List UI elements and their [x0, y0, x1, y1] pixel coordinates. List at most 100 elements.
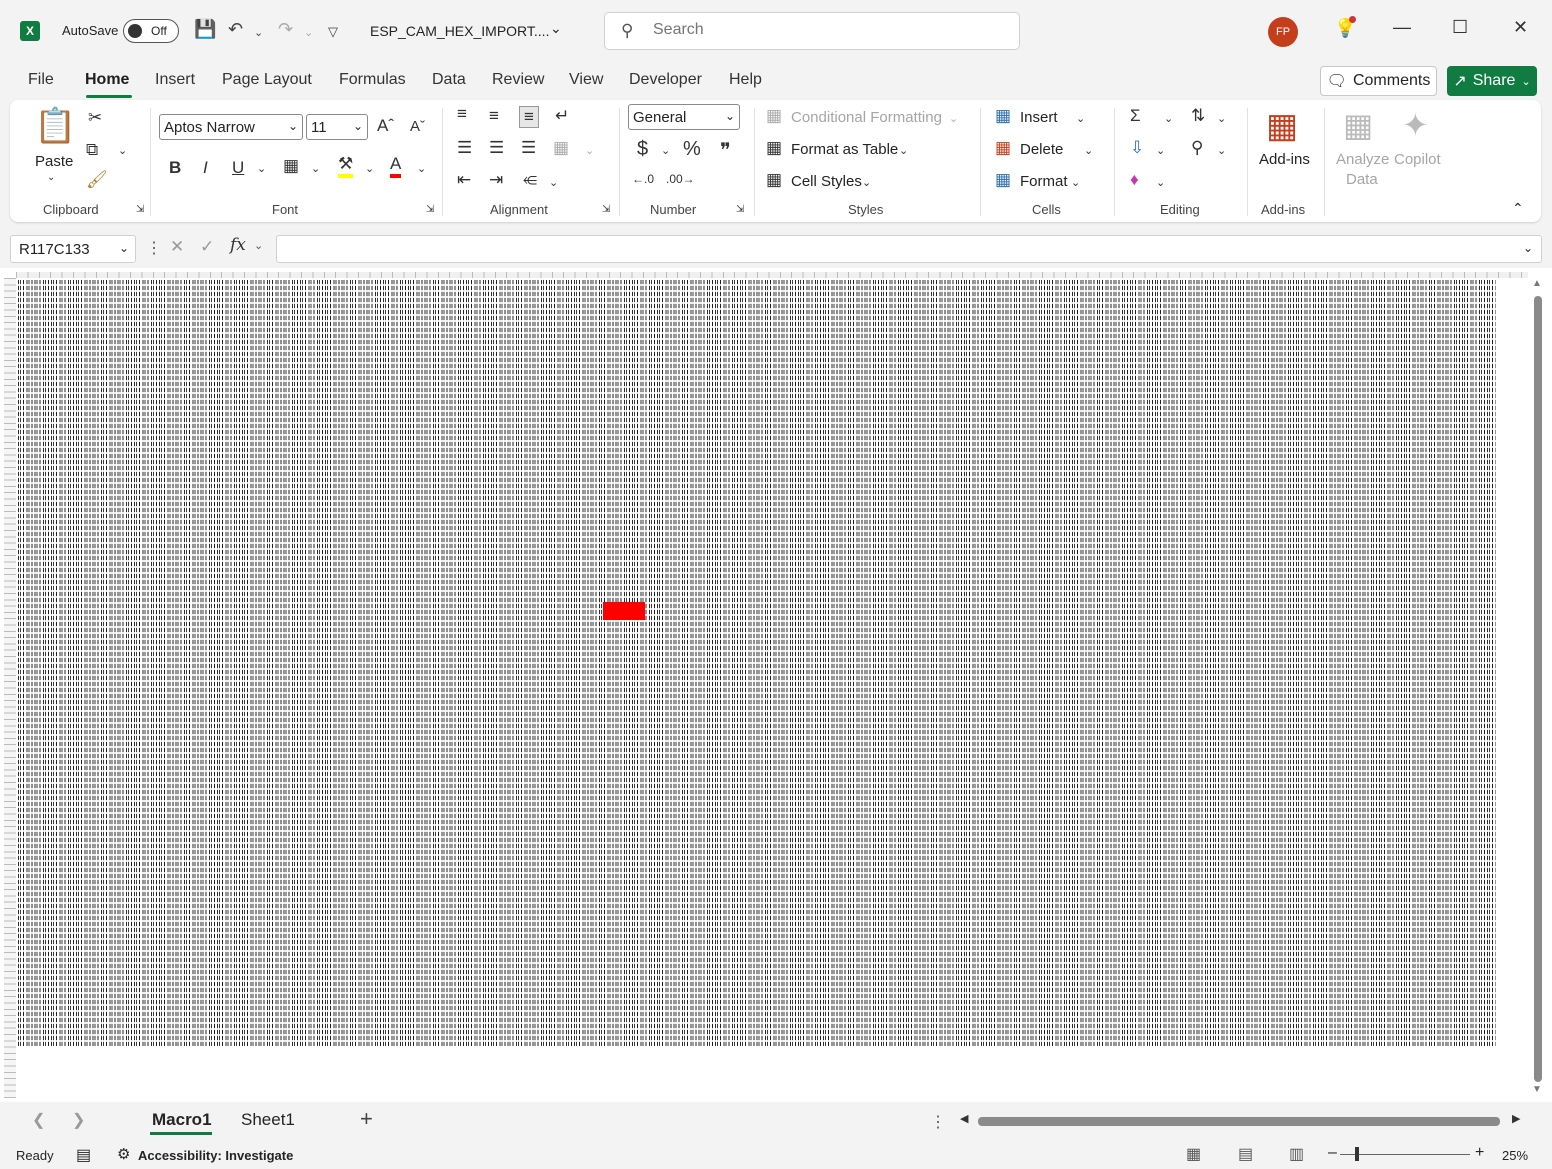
redo-dropdown-icon[interactable]: ⌄ [304, 26, 313, 39]
minimize-icon[interactable]: — [1393, 17, 1411, 38]
copy-icon[interactable]: ⧉ [86, 140, 98, 160]
cut-icon[interactable]: ✂ [88, 108, 102, 128]
currency-icon[interactable]: $ [637, 138, 648, 161]
analyze-data-label[interactable]: Analyze [1336, 151, 1389, 168]
font-color-icon[interactable]: A [390, 154, 402, 178]
align-top-icon[interactable]: ≡ [457, 104, 467, 124]
copilot-icon[interactable]: ✦ [1402, 106, 1429, 144]
paste-label[interactable]: Paste [35, 153, 73, 170]
zoom-slider[interactable] [1340, 1154, 1470, 1155]
align-right-icon[interactable]: ☰ [521, 138, 536, 158]
tab-insert[interactable]: Insert [155, 71, 195, 89]
document-title[interactable]: ESP_CAM_HEX_IMPORT.... [370, 23, 549, 39]
share-button[interactable]: ↗ Share ⌄ [1447, 66, 1537, 96]
comma-style-icon[interactable]: ❞ [720, 138, 731, 163]
align-bottom-icon[interactable]: ≡ [519, 106, 539, 128]
horizontal-scroll-thumb[interactable] [978, 1117, 1500, 1126]
format-as-table-icon[interactable]: ▦ [766, 138, 782, 158]
number-format-dropdown[interactable]: General ⌄ [628, 104, 740, 130]
merge-dropdown-icon[interactable]: ⌄ [585, 144, 594, 157]
dialog-launcher-icon[interactable]: ⇲ [136, 204, 144, 215]
fill-color-dropdown-icon[interactable]: ⌄ [365, 162, 374, 175]
zoom-level[interactable]: 25% [1502, 1148, 1528, 1163]
add-sheet-icon[interactable]: + [360, 1106, 373, 1132]
customize-toolbar-icon[interactable]: ▽ [328, 24, 338, 40]
tab-view[interactable]: View [569, 71, 603, 89]
copy-dropdown-icon[interactable]: ⌄ [118, 144, 127, 157]
red-highlighted-cells[interactable] [603, 602, 645, 620]
sort-filter-dropdown-icon[interactable]: ⌄ [1217, 112, 1226, 125]
add-ins-icon[interactable]: ▦ [1266, 106, 1298, 146]
clear-dropdown-icon[interactable]: ⌄ [1156, 176, 1165, 189]
underline-dropdown-icon[interactable]: ⌄ [257, 162, 266, 175]
tab-help[interactable]: Help [729, 71, 762, 89]
tab-data[interactable]: Data [432, 71, 466, 89]
sheet-tab-sheet1[interactable]: Sheet1 [241, 1110, 295, 1130]
close-icon[interactable]: ✕ [1513, 17, 1528, 38]
chevron-down-icon[interactable]: ⌄ [862, 176, 871, 189]
cell-styles-icon[interactable]: ▦ [766, 170, 782, 190]
zoom-slider-handle[interactable] [1355, 1147, 1359, 1161]
delete-cells-button[interactable]: Delete [1020, 141, 1063, 158]
worksheet-grid[interactable]: ▲ ▼ [0, 268, 1552, 1102]
horizontal-scrollbar[interactable]: ◀ ▶ [960, 1112, 1526, 1130]
paste-dropdown-icon[interactable]: ⌄ [47, 172, 55, 183]
currency-dropdown-icon[interactable]: ⌄ [661, 144, 670, 157]
analyze-data-icon[interactable]: ▦ [1343, 106, 1373, 144]
cell-area[interactable] [18, 280, 1496, 1046]
fill-dropdown-icon[interactable]: ⌄ [1156, 144, 1165, 157]
undo-dropdown-icon[interactable]: ⌄ [254, 26, 263, 39]
format-cells-icon[interactable]: ▦ [995, 170, 1011, 190]
autosum-icon[interactable]: Σ [1130, 106, 1141, 126]
orientation-icon[interactable]: ⥺ [523, 170, 537, 190]
chevron-down-icon[interactable]: ⌄ [899, 144, 908, 157]
fill-icon[interactable]: ⇩ [1130, 138, 1144, 158]
increase-decimal-icon[interactable]: ←.0 [632, 172, 654, 186]
expand-formula-icon[interactable]: ⌄ [1523, 241, 1533, 255]
align-middle-icon[interactable]: ≡ [489, 106, 499, 126]
tab-review[interactable]: Review [492, 71, 544, 89]
macro-recording-icon[interactable]: ▤ [76, 1145, 91, 1165]
name-box[interactable]: R117C133 ⌄ [10, 235, 136, 263]
tab-developer[interactable]: Developer [629, 71, 702, 89]
scroll-up-icon[interactable]: ▲ [1532, 278, 1542, 289]
chevron-down-icon[interactable]: ⌄ [1076, 112, 1085, 125]
comments-button[interactable]: 🗨 Comments [1320, 66, 1437, 96]
orientation-dropdown-icon[interactable]: ⌄ [549, 176, 558, 189]
format-cells-button[interactable]: Format [1020, 173, 1068, 190]
prev-sheet-icon[interactable]: ❮ [32, 1110, 45, 1130]
chevron-down-icon[interactable]: ⌄ [1084, 144, 1093, 157]
insert-function-icon[interactable]: fx [230, 235, 246, 255]
next-sheet-icon[interactable]: ❯ [72, 1110, 85, 1130]
dialog-launcher-icon[interactable]: ⇲ [736, 204, 744, 215]
percent-icon[interactable]: % [683, 138, 701, 161]
borders-icon[interactable]: ▦ [283, 156, 299, 176]
page-break-view-icon[interactable]: ▥ [1289, 1144, 1304, 1164]
more-options-icon[interactable]: ⋮ [930, 1112, 946, 1132]
save-icon[interactable]: 💾 [194, 19, 216, 40]
copilot-label[interactable]: Copilot [1394, 151, 1441, 168]
sort-filter-icon[interactable]: ⇅ [1191, 106, 1205, 126]
enter-icon[interactable]: ✓ [200, 237, 214, 257]
vertical-scrollbar[interactable]: ▲ ▼ [1530, 278, 1546, 1100]
avatar[interactable]: FP [1268, 17, 1298, 47]
vertical-scroll-thumb[interactable] [1534, 296, 1542, 1082]
format-as-table-button[interactable]: Format as Table [791, 141, 898, 158]
normal-view-icon[interactable]: ▦ [1186, 1144, 1201, 1164]
search-box[interactable]: ⚲ [604, 12, 1020, 50]
cancel-icon[interactable]: ✕ [170, 237, 184, 257]
font-color-dropdown-icon[interactable]: ⌄ [417, 162, 426, 175]
conditional-formatting-button[interactable]: Conditional Formatting [791, 109, 942, 126]
increase-indent-icon[interactable]: ⇥ [489, 170, 503, 190]
undo-icon[interactable]: ↶ [228, 19, 243, 40]
conditional-formatting-icon[interactable]: ▦ [766, 106, 782, 126]
accessibility-status[interactable]: Accessibility: Investigate [138, 1148, 293, 1163]
align-center-icon[interactable]: ☰ [489, 138, 504, 158]
font-size-dropdown[interactable]: 11 ⌄ [306, 114, 368, 140]
underline-button[interactable]: U [232, 158, 244, 178]
decrease-font-size-icon[interactable]: Aˇ [410, 118, 425, 135]
dialog-launcher-icon[interactable]: ⇲ [602, 204, 610, 215]
find-select-icon[interactable]: ⚲ [1191, 138, 1203, 158]
bold-button[interactable]: B [169, 158, 181, 178]
insert-cells-button[interactable]: Insert [1020, 109, 1058, 126]
